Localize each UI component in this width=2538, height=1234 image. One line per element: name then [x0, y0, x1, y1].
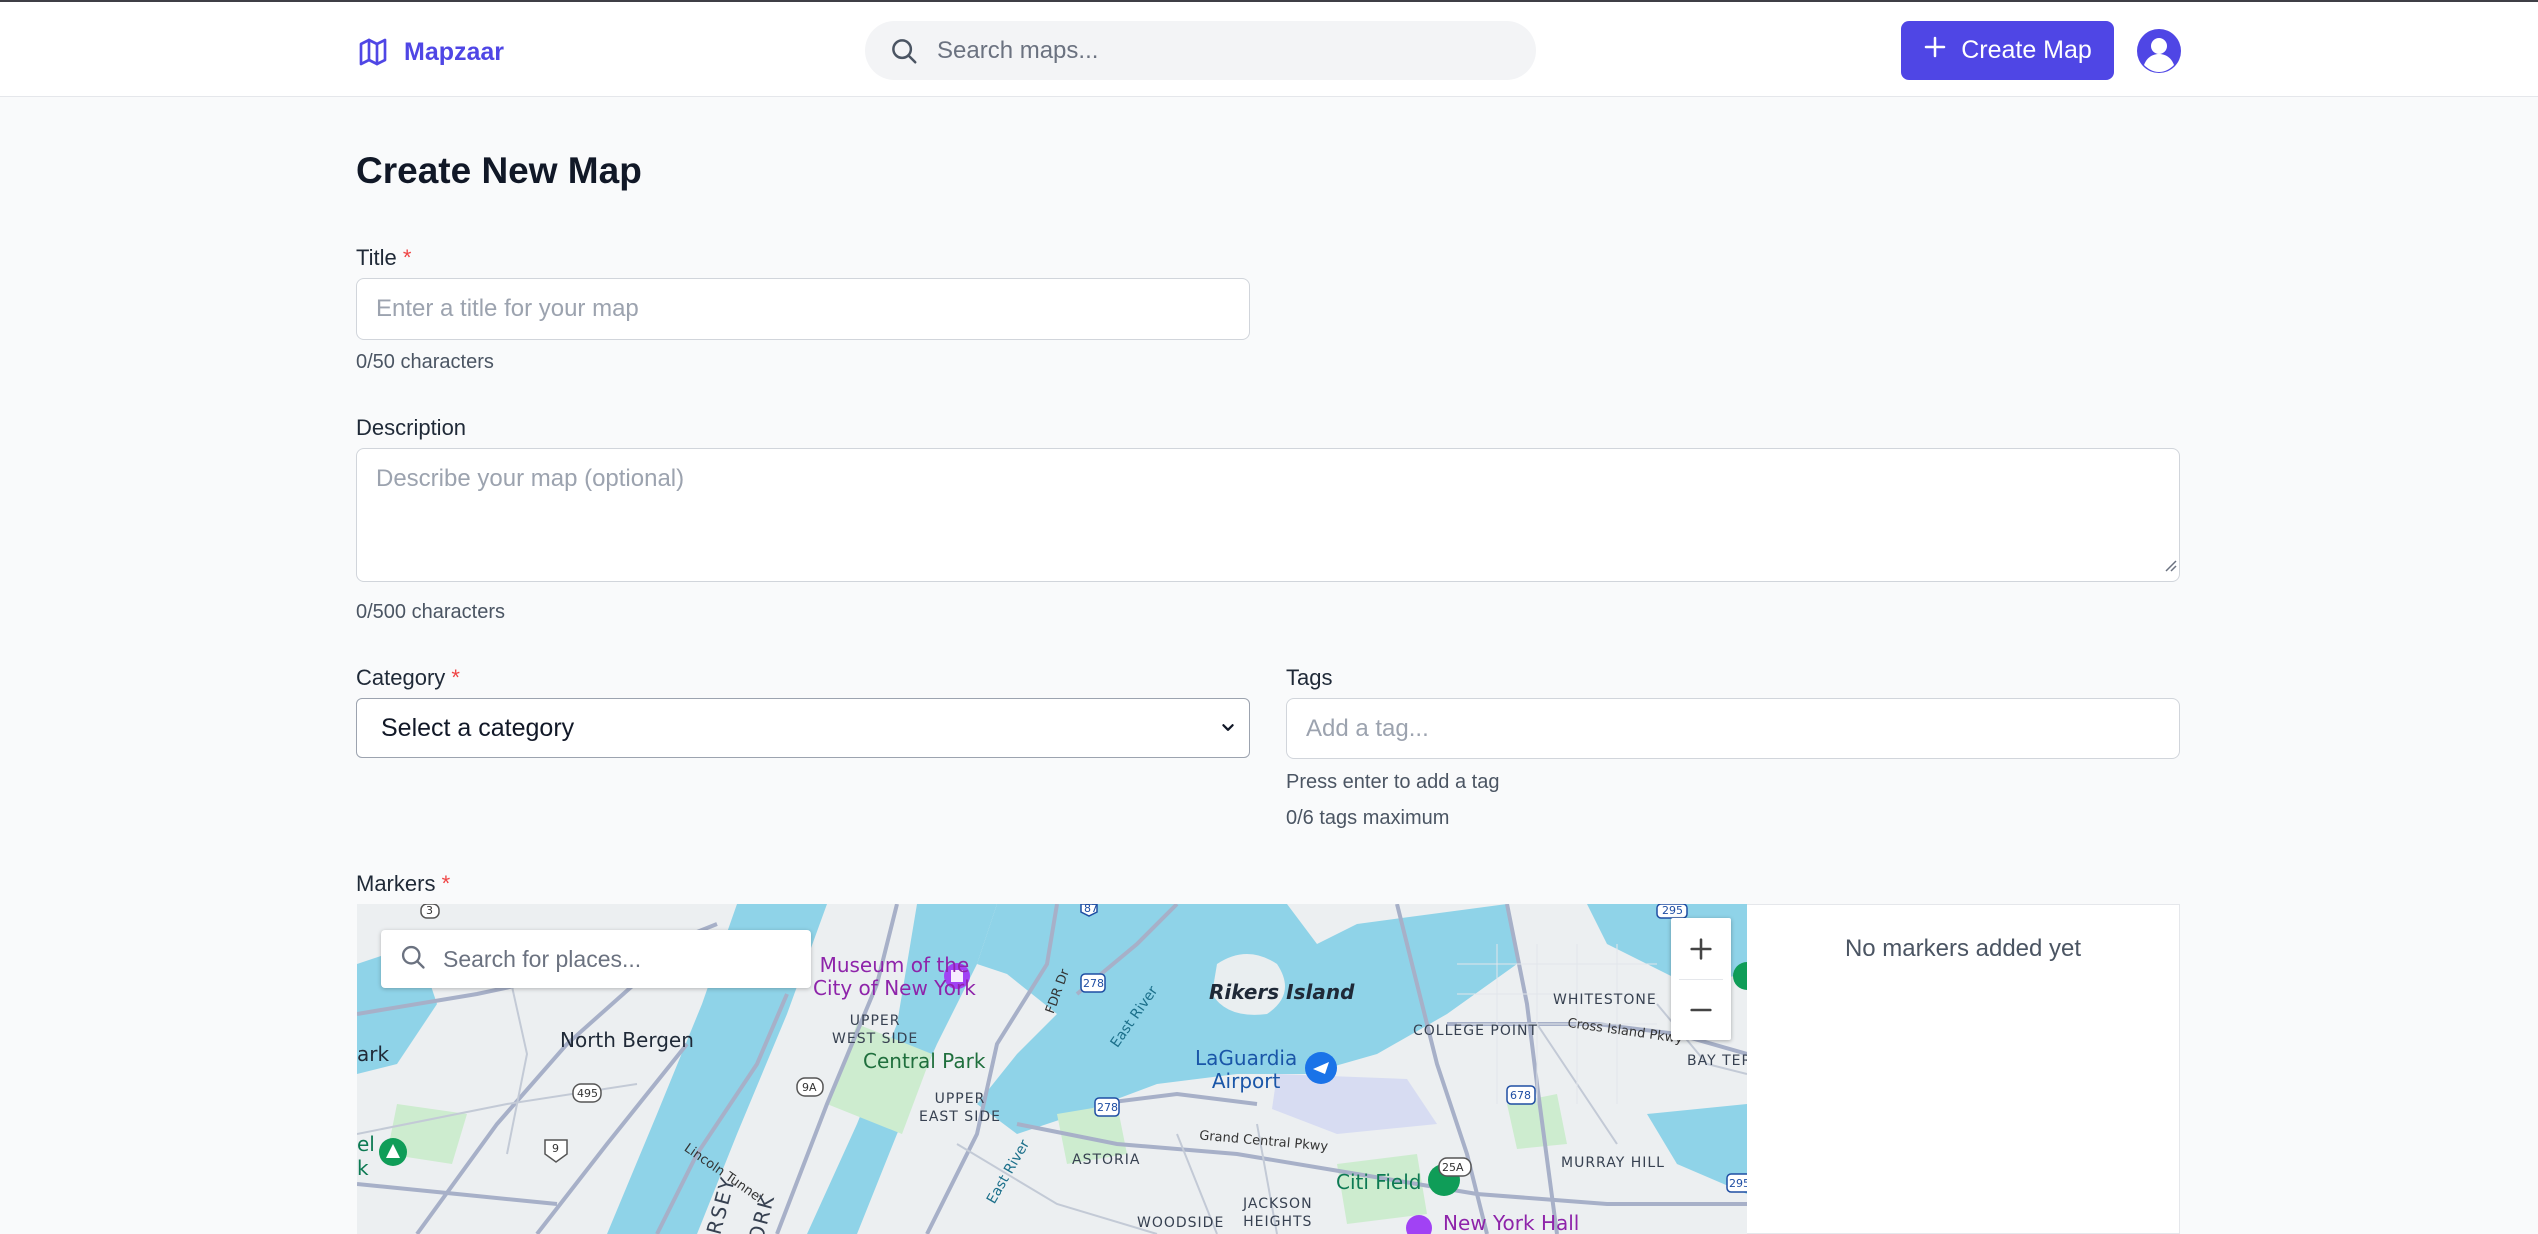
map-search-placeholder: Search for places... [443, 945, 642, 972]
required-mark: * [441, 871, 451, 896]
label-el: el [357, 1132, 375, 1156]
logo-link[interactable]: Mapzaar [356, 32, 504, 72]
search-icon [399, 943, 427, 976]
r9-label: 9 [552, 1142, 559, 1155]
label-laguardia: LaGuardia Airport [1195, 1046, 1298, 1093]
title-label: Title * [356, 245, 411, 271]
r25a-label: 25A [1442, 1161, 1464, 1174]
map-icon [356, 36, 390, 68]
i678-label: 678 [1510, 1089, 1531, 1102]
markers-list-panel: No markers added yet [1747, 904, 2180, 1234]
category-label-text: Category [356, 665, 446, 690]
description-char-counter: 0/500 characters [356, 601, 505, 623]
tags-input[interactable]: Add a tag... [1286, 698, 2180, 759]
map-place-search-input[interactable]: Search for places... [381, 930, 811, 988]
plus-icon [1690, 937, 1712, 960]
logo-text: Mapzaar [404, 37, 505, 66]
plus-icon [1923, 35, 1947, 66]
search-icon [889, 36, 919, 66]
label-new-york-hall: New York Hall [1443, 1211, 1580, 1234]
user-avatar[interactable] [2136, 28, 2182, 74]
zoom-in-button[interactable] [1671, 918, 1731, 979]
zoom-divider [1679, 979, 1723, 980]
no-markers-text: No markers added yet [1844, 935, 2082, 962]
description-textarea[interactable]: Describe your map (optional) [356, 448, 2180, 582]
label-k: k [357, 1156, 369, 1180]
label-upper-east-side: UPPER EAST SIDE [919, 1091, 1001, 1125]
label-north-bergen: North Bergen [560, 1028, 694, 1052]
label-college-point: COLLEGE POINT [1413, 1023, 1538, 1039]
i295-label-a: 295 [1662, 904, 1683, 917]
required-mark: * [402, 245, 412, 270]
markers-label-text: Markers [356, 871, 436, 896]
top-navbar: Mapzaar Search maps... Create Map [0, 0, 2538, 97]
label-astoria: ASTORIA [1072, 1152, 1141, 1168]
tags-placeholder: Add a tag... [1306, 714, 1429, 742]
label-jackson-heights: JACKSON HEIGHTS [1243, 1196, 1313, 1230]
chevron-down-icon [1217, 717, 1239, 746]
label-ark: ark [357, 1042, 390, 1066]
label-woodside: WOODSIDE [1137, 1215, 1225, 1231]
label-whitestone: WHITESTONE [1553, 992, 1657, 1008]
page-title: Create New Map [356, 150, 642, 191]
create-map-label: Create Map [1961, 36, 2092, 64]
description-placeholder: Describe your map (optional) [376, 465, 685, 492]
markers-label: Markers * [356, 871, 450, 897]
description-label: Description [356, 415, 466, 441]
label-murray-hill: MURRAY HILL [1561, 1155, 1665, 1171]
label-bay-terrace: BAY TER [1687, 1053, 1747, 1069]
resize-handle-icon[interactable] [2163, 551, 2177, 579]
r9a-label: 9A [802, 1081, 817, 1094]
minus-icon [1690, 1008, 1712, 1011]
search-maps-input[interactable]: Search maps... [865, 21, 1536, 80]
tags-help-text: Press enter to add a tag [1286, 771, 1500, 793]
i278-label-b: 278 [1097, 1101, 1118, 1114]
r3-label: 3 [426, 904, 433, 917]
i278-label-a: 278 [1083, 977, 1104, 990]
required-mark: * [451, 665, 460, 690]
label-central-park: Central Park [863, 1049, 986, 1073]
map-canvas[interactable]: 87 278 278 295 678 295 495 9A 9 3 25A No… [357, 904, 1747, 1234]
label-upper-west-side: UPPER WEST SIDE [832, 1013, 919, 1047]
title-input[interactable]: Enter a title for your map [356, 278, 1250, 340]
title-char-counter: 0/50 characters [356, 351, 494, 373]
create-map-button[interactable]: Create Map [1901, 21, 2114, 80]
category-label: Category * [356, 665, 460, 691]
r495-label: 495 [577, 1087, 598, 1100]
tags-label: Tags [1286, 665, 1332, 691]
title-placeholder: Enter a title for your map [376, 295, 639, 322]
i87-label: 87 [1084, 904, 1098, 915]
tags-label-text: Tags [1286, 665, 1333, 690]
description-label-text: Description [356, 415, 467, 440]
zoom-out-button[interactable] [1671, 979, 1731, 1040]
category-select[interactable]: Select a category [356, 698, 1250, 758]
zoom-control [1671, 918, 1731, 1040]
search-placeholder: Search maps... [937, 36, 1099, 64]
label-rikers-island: Rikers Island [1209, 980, 1355, 1004]
category-selected-value: Select a category [381, 713, 575, 742]
label-citi-field: Citi Field [1336, 1170, 1422, 1194]
tags-counter: 0/6 tags maximum [1286, 807, 1450, 829]
i295-label-b: 295 [1729, 1177, 1747, 1190]
title-label-text: Title [356, 245, 397, 270]
label-museum: Museum of the City of New York [813, 953, 976, 1000]
